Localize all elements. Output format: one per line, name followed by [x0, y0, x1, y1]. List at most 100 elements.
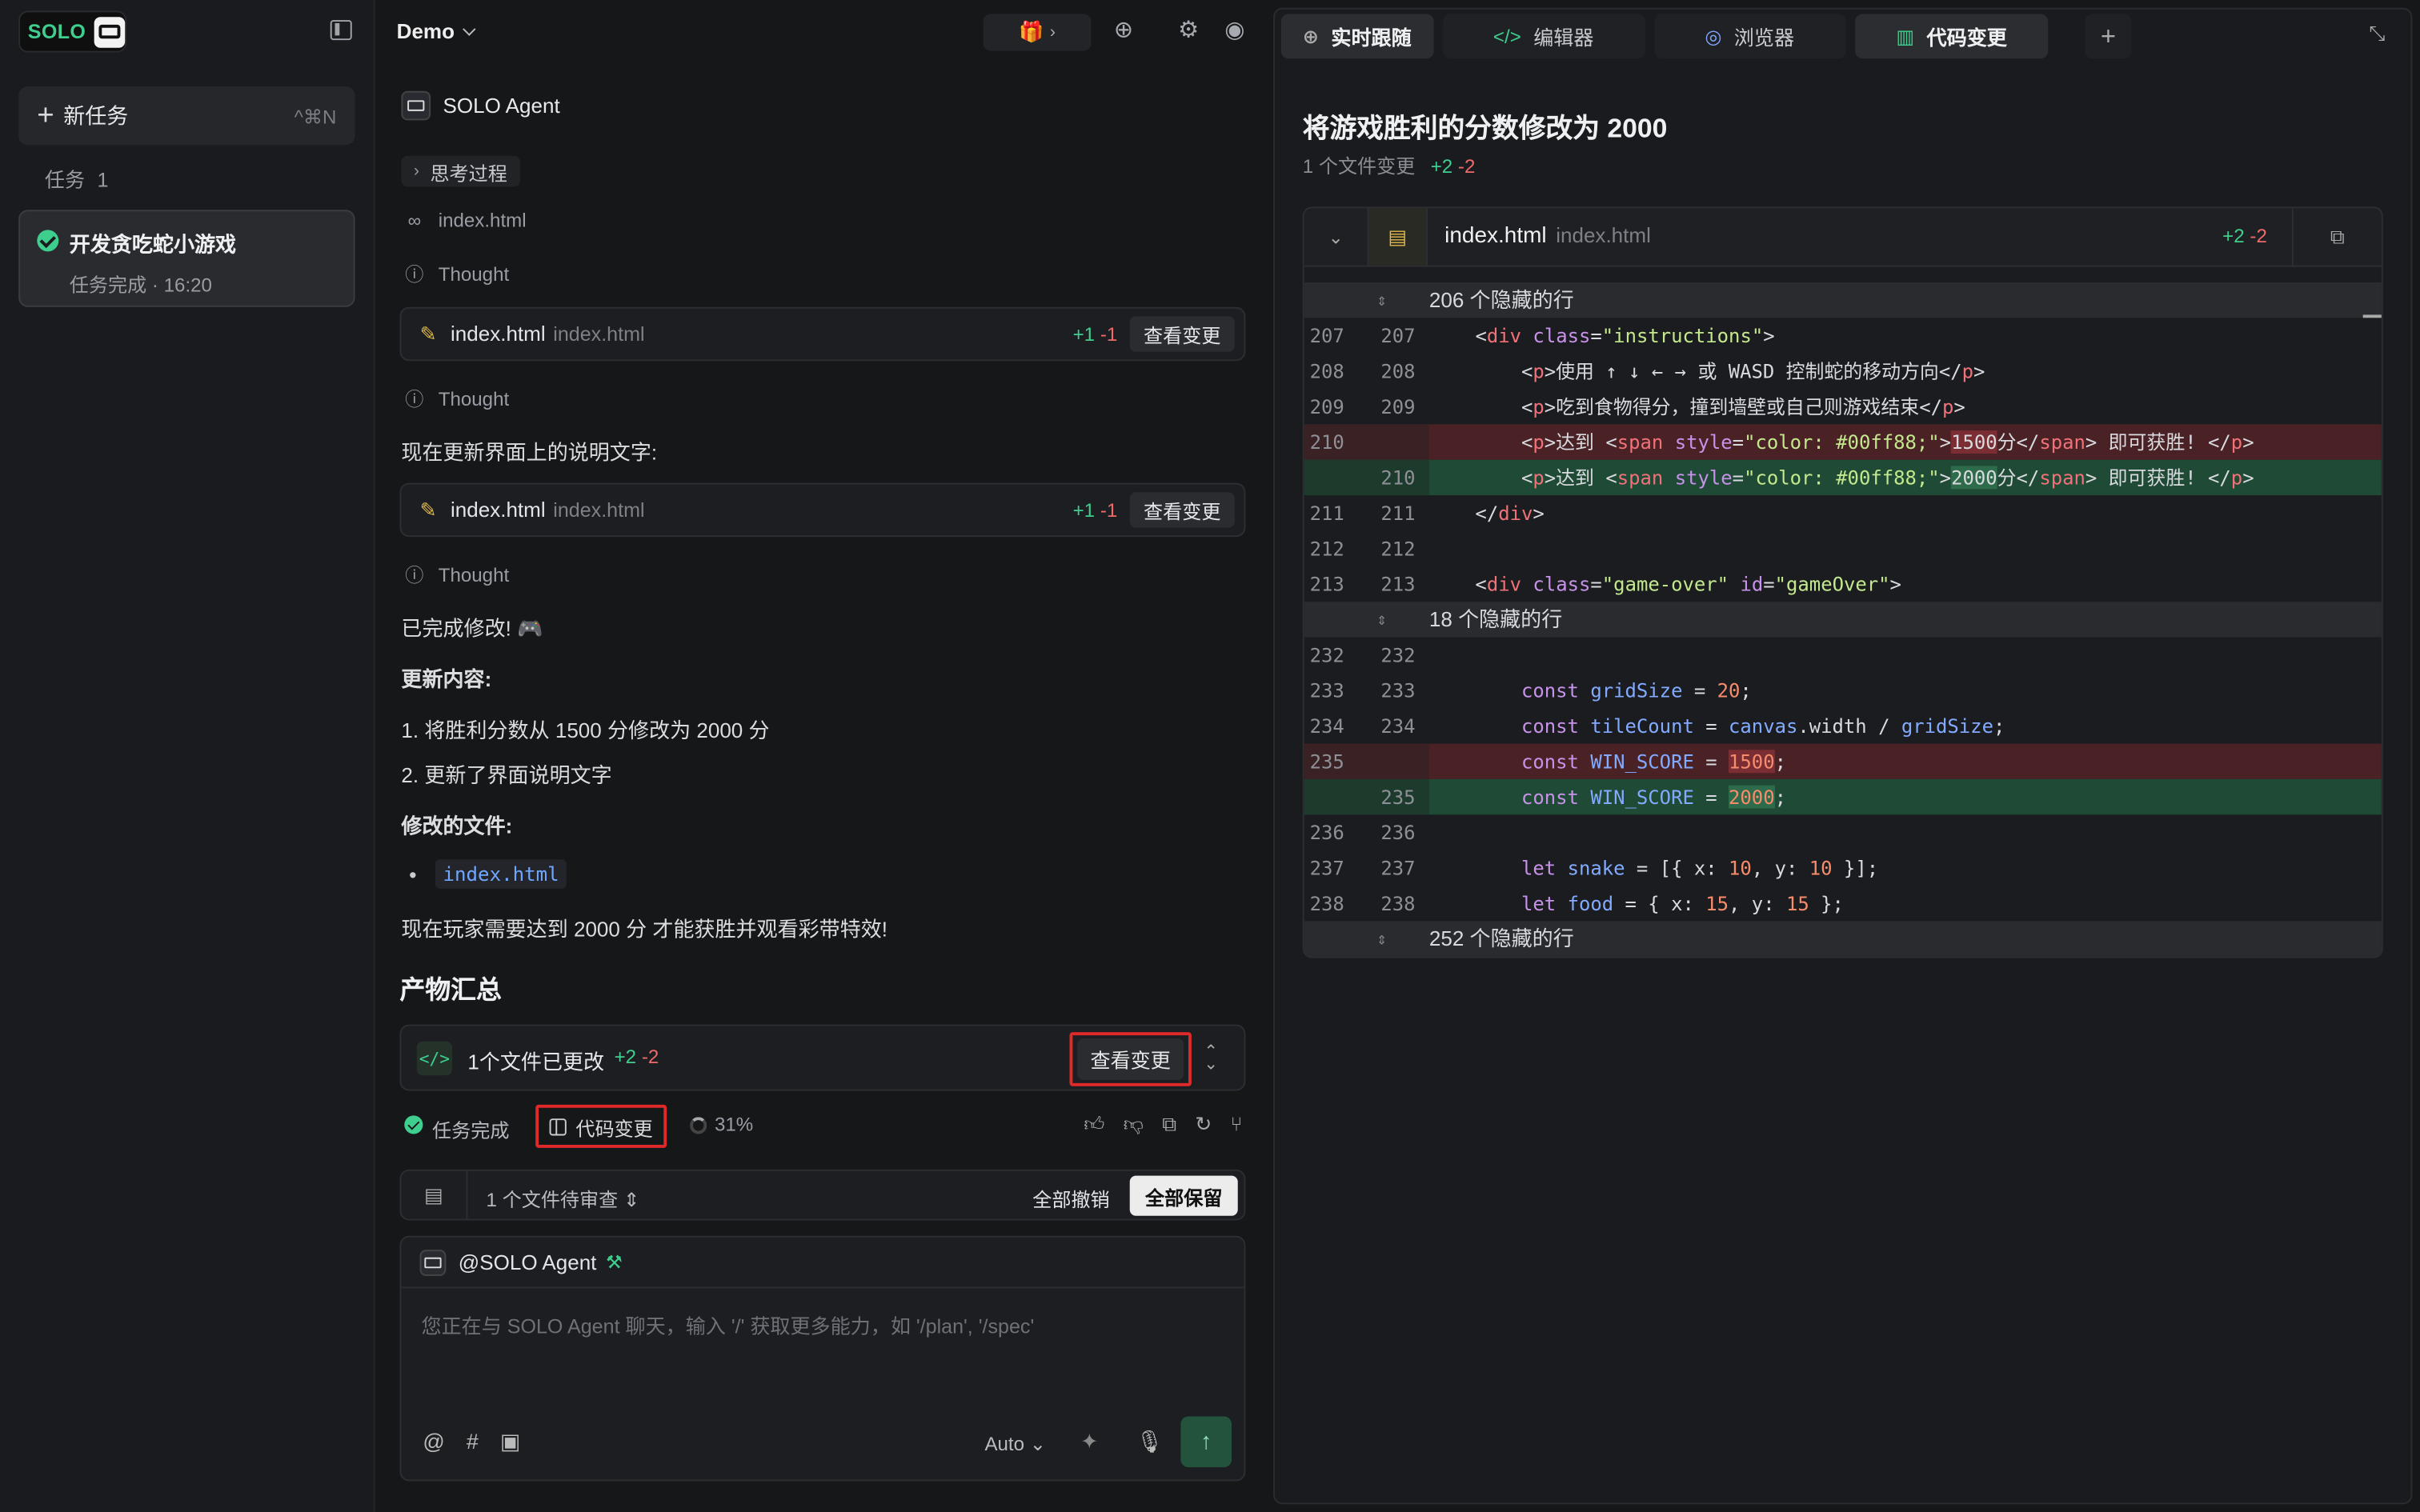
arrow-up-icon: ↑ [1200, 1428, 1212, 1455]
collapse-icon[interactable]: ⤡ [2369, 22, 2385, 46]
message-text: 现在玩家需要达到 2000 分 才能获胜并观看彩带特效! [401, 918, 888, 942]
code-icon: </> [1492, 25, 1521, 47]
added-line: 235 const WIN_SCORE = 2000; [1304, 778, 2382, 815]
chevron-right-icon: › [1049, 22, 1056, 42]
collapse-toggle[interactable]: ⌄ [1304, 208, 1369, 266]
check-circle-icon [37, 230, 59, 252]
refresh-icon[interactable]: ↻ [1195, 1113, 1212, 1138]
chat-input[interactable]: 您正在与 SOLO Agent 聊天，输入 '/' 获取更多能力，如 '/pla… [422, 1310, 1035, 1339]
code-line: 237 237 let snake = [{ x: 10, y: 10 }]; [1309, 856, 1879, 880]
edit-pen-icon: ✎ [419, 497, 437, 521]
glasses-icon: ∞ [407, 210, 422, 232]
crosshair-icon: ⊕ [1302, 26, 1319, 48]
logo-icon [93, 16, 126, 47]
code-line: 212 212 [1309, 537, 1416, 561]
edit-pen-icon: ✎ [419, 322, 437, 346]
review-bar: ▤ 1 个文件待审查 ⇕ 全部撤销 全部保留 [399, 1169, 1246, 1221]
review-dropdown[interactable]: 1 个文件待审查 ⇕ [487, 1183, 640, 1213]
edit-card: ✎ index.html index.html +1 -1 查看变更 [399, 306, 1246, 362]
gift-button[interactable]: 🎁 › [983, 14, 1092, 51]
code-line: 213 213 <div class="game-over" id="gameOv… [1309, 572, 1901, 596]
tasks-header: 任务 1 [44, 168, 109, 192]
file-chip[interactable]: index.html [435, 859, 567, 889]
expand-collapse-icon[interactable]: ⌃ ⌄ [1204, 1044, 1218, 1074]
message-heading: 更新内容: [401, 668, 492, 692]
status-row: 任务完成 代码变更 31% 👍︎ 👎︎ ⧉ ↻ ⑂ [404, 1104, 1245, 1148]
branch-icon[interactable]: ⑂ [1230, 1113, 1242, 1138]
project-selector[interactable]: Demo [397, 20, 475, 43]
info-icon: ⓘ [405, 263, 424, 286]
hidden-lines-expander[interactable]: ⇕ 18 个隐藏的行 [1304, 602, 2382, 638]
agent-mention[interactable]: @SOLO Agent ⚒ [401, 1238, 1244, 1289]
progress-ring-icon [690, 1116, 707, 1134]
code-line: 236 236 [1309, 821, 1416, 844]
copy-icon[interactable]: ⧉ [1162, 1113, 1176, 1138]
tab-live-follow[interactable]: ⊕ 实时跟随 [1280, 14, 1433, 59]
diff-stat: +2 -2 [614, 1046, 659, 1068]
info-icon: ⓘ [405, 389, 424, 411]
plus-icon: + [37, 99, 54, 132]
read-file-line: ∞ index.html [404, 210, 527, 232]
thinking-toggle[interactable]: › 思考过程 [401, 155, 520, 187]
view-changes-button[interactable]: 查看变更 [1129, 492, 1235, 528]
code-line: 233 233 const gridSize = 20; [1309, 678, 1752, 702]
diff-stat: +1 -1 [1072, 498, 1118, 521]
diff-icon: ▥ [1896, 26, 1915, 48]
send-button[interactable]: ↑ [1180, 1416, 1232, 1468]
view-changes-button[interactable]: 查看变更 [1129, 316, 1235, 352]
file-review-icon: ▤ [401, 1170, 468, 1219]
expand-icon: ⇕ [1376, 290, 1388, 310]
deleted-line: 235 const WIN_SCORE = 1500; [1304, 743, 2382, 779]
chat-plus-icon[interactable]: ⊕ [1112, 18, 1136, 43]
tab-editor[interactable]: </> 编辑器 [1442, 14, 1645, 59]
thumbs-down-icon[interactable]: 👎︎ [1124, 1113, 1144, 1138]
code-icon: </> [416, 1041, 453, 1076]
thought-line[interactable]: ⓘ Thought [404, 261, 509, 287]
tools-icon: ⚒ [606, 1251, 623, 1274]
sidebar-toggle-icon[interactable] [330, 20, 352, 41]
agent-icon [419, 1249, 447, 1275]
diff-stat: +1 -1 [1072, 323, 1118, 346]
image-icon[interactable]: ▣ [500, 1429, 521, 1455]
message-text: 已完成修改! 🎮 [401, 617, 543, 641]
at-icon[interactable]: @ [423, 1429, 444, 1455]
code-line: 209 209 <p>吃到食物得分，撞到墙壁或自己则游戏结束</p> [1309, 394, 1965, 418]
account-icon[interactable]: ◉ [1222, 18, 1247, 43]
task-item[interactable]: 开发贪吃蛇小游戏 任务完成 · 16:20 [18, 210, 355, 307]
gear-icon[interactable]: ⚙ [1176, 18, 1201, 43]
tab-code-changes[interactable]: ▥ 代码变更 [1854, 14, 2049, 59]
hidden-lines-expander[interactable]: ⇕ 206 个隐藏的行 [1304, 282, 2382, 318]
list-item: 2. 更新了界面说明文字 [401, 763, 612, 787]
copy-icon[interactable]: ⧉ [2291, 208, 2382, 266]
list-item: 1. 将胜利分数从 1500 分修改为 2000 分 [401, 718, 770, 742]
view-changes-button[interactable]: 查看变更 [1069, 1032, 1192, 1086]
code-line: 211 211 </div> [1309, 501, 1545, 525]
tab-browser[interactable]: ◎ 浏览器 [1653, 14, 1845, 59]
edit-card: ✎ index.html index.html +1 -1 查看变更 [399, 482, 1246, 538]
chevron-down-icon [462, 22, 475, 36]
sparkle-icon[interactable]: ✦ [1080, 1429, 1099, 1455]
scroll-marker[interactable] [2362, 314, 2382, 318]
hash-icon[interactable]: # [467, 1429, 479, 1455]
code-changes-button[interactable]: 代码变更 [535, 1104, 667, 1148]
diff-viewer: ⌄ ▤ index.html index.html +2 -2 ⧉ ⇕ 206 个隐… [1302, 206, 2383, 958]
new-task-button[interactable]: + 新任务 ^⌘N [18, 86, 355, 146]
undo-all-button[interactable]: 全部撤销 [1032, 1183, 1109, 1213]
thought-line[interactable]: ⓘ Thought [404, 386, 509, 412]
diff-title: 将游戏胜利的分数修改为 2000 [1302, 112, 1668, 144]
diff-stat: +2 -2 [2222, 225, 2267, 247]
model-selector[interactable]: Auto ⌄ [984, 1432, 1046, 1455]
added-line: 210 <p>达到 <span style="color: #00ff88;">… [1304, 459, 2382, 496]
thought-line[interactable]: ⓘ Thought [404, 562, 509, 588]
thumbs-up-icon[interactable]: 👍︎ [1084, 1113, 1104, 1138]
code-line: 238 238 let food = { x: 15, y: 15 }; [1309, 891, 1844, 915]
compass-icon: ◎ [1705, 26, 1722, 48]
hidden-lines-expander[interactable]: ⇕ 252 个隐藏的行 [1304, 921, 2382, 957]
keep-all-button[interactable]: 全部保留 [1129, 1175, 1238, 1216]
gift-icon: 🎁 [1018, 20, 1044, 44]
diff-icon [549, 1118, 567, 1135]
add-tab-button[interactable]: + [2085, 14, 2132, 59]
input-tools: @ # ▣ [423, 1429, 520, 1455]
microphone-icon[interactable]: 🎙︎ [1136, 1429, 1163, 1455]
summary-card: </> 1个文件已更改 +2 -2 查看变更 ⌃ ⌄ [399, 1024, 1246, 1091]
